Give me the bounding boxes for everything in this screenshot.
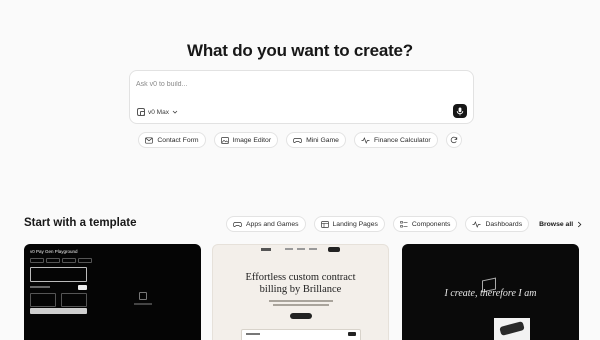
image-placeholder-icon xyxy=(139,292,147,300)
card-preview-panel xyxy=(241,329,361,340)
card-title: v0 Pay Gen Playground xyxy=(30,249,78,254)
suggestion-mini-game[interactable]: Mini Game xyxy=(286,132,346,148)
suggestion-label: Image Editor xyxy=(232,136,272,144)
chevron-down-icon xyxy=(172,110,178,114)
template-card-playground[interactable]: v0 Pay Gen Playground xyxy=(24,244,201,340)
card-preview-subtext xyxy=(269,300,333,302)
card-heading: Effortless custom contract billing by Br… xyxy=(213,272,388,296)
model-icon xyxy=(137,108,145,116)
suggestion-label: Finance Calculator xyxy=(373,136,431,144)
page-title: What do you want to create? xyxy=(186,41,413,60)
suggestion-label: Contact Form xyxy=(157,136,199,144)
section-title: Start with a template xyxy=(24,217,137,229)
tab-components[interactable]: Components xyxy=(392,216,458,232)
microphone-button[interactable] xyxy=(453,104,467,118)
card-heading-line: billing by Brillance xyxy=(259,284,342,295)
card-preview-subtext xyxy=(273,304,329,306)
prompt-box[interactable]: v0 Max xyxy=(129,70,474,124)
model-selector[interactable]: v0 Max xyxy=(137,106,178,118)
card-preview-nav xyxy=(213,245,388,255)
card-preview-bar xyxy=(30,308,87,314)
activity-icon xyxy=(472,220,481,228)
tab-label: Apps and Games xyxy=(246,220,299,228)
card-heading-line: Effortless custom contract xyxy=(245,272,356,283)
gamepad-icon xyxy=(233,221,242,227)
card-preview-cta xyxy=(290,313,312,319)
tab-label: Landing Pages xyxy=(332,220,378,228)
refresh-icon xyxy=(450,136,457,144)
template-card-portfolio[interactable]: I create, therefore I am xyxy=(402,244,579,340)
card-preview-row xyxy=(30,285,87,290)
model-label: v0 Max xyxy=(148,108,169,116)
activity-icon xyxy=(361,136,370,144)
list-icon xyxy=(400,220,408,227)
microphone-icon xyxy=(456,107,464,115)
mail-icon xyxy=(145,136,154,144)
tab-label: Components xyxy=(411,220,451,228)
tab-landing-pages[interactable]: Landing Pages xyxy=(313,216,385,232)
suggestion-finance-calculator[interactable]: Finance Calculator xyxy=(353,132,438,148)
browse-all-link[interactable]: Browse all xyxy=(539,221,582,228)
tab-apps-and-games[interactable]: Apps and Games xyxy=(226,216,306,232)
refresh-suggestions-button[interactable] xyxy=(445,132,462,148)
card-headline: I create, therefore I am xyxy=(444,288,537,299)
card-preview-toolbar xyxy=(30,258,92,263)
suggestion-contact-form[interactable]: Contact Form xyxy=(138,132,206,148)
tab-dashboards[interactable]: Dashboards xyxy=(465,216,530,232)
layout-icon xyxy=(320,220,329,228)
suggestion-label: Mini Game xyxy=(306,136,339,144)
suggestion-chips: Contact Form Image Editor Mini Game Fina… xyxy=(0,132,600,148)
gamepad-icon xyxy=(293,137,302,143)
template-card-brillance[interactable]: Effortless custom contract billing by Br… xyxy=(212,244,389,340)
template-category-tabs: Apps and Games Landing Pages Components … xyxy=(226,216,582,232)
prompt-input[interactable] xyxy=(136,77,466,91)
suggestion-image-editor[interactable]: Image Editor xyxy=(213,132,279,148)
browse-all-label: Browse all xyxy=(539,220,574,228)
tab-label: Dashboards xyxy=(485,220,523,228)
card-preview-caption xyxy=(134,303,152,305)
card-preview-box xyxy=(61,293,87,307)
image-icon xyxy=(220,136,229,144)
card-preview-textarea xyxy=(30,267,87,282)
card-preview-box xyxy=(30,293,56,307)
chevron-right-icon xyxy=(578,221,582,227)
